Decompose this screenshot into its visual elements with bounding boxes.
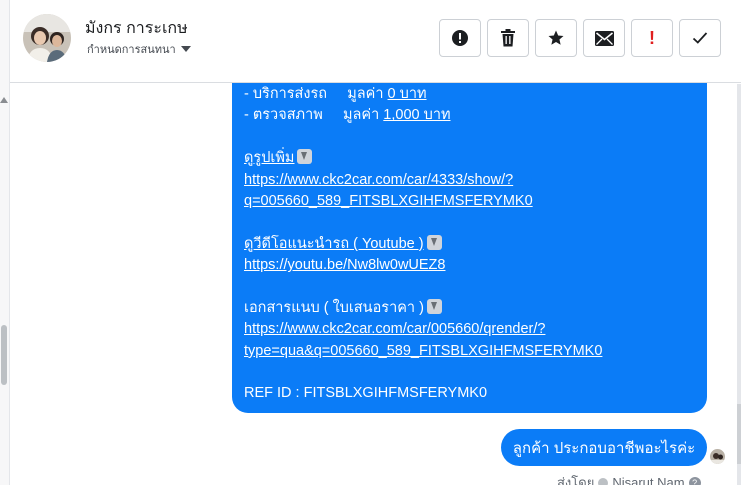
reply-text: ลูกค้า ประกอบอาชีพอะไรค่ะ: [512, 439, 696, 457]
docs-label-line: เอกสารแนบ ( ใบเสนอราคา ): [244, 298, 695, 319]
sent-by-line: ส่งโดย Nisarut Nam ?: [557, 472, 701, 485]
reply-bubble: ลูกค้า ประกอบอาชีพอะไรค่ะ: [501, 429, 707, 466]
sender-name[interactable]: Nisarut Nam: [612, 475, 684, 485]
service-label: - บริการส่งรถ: [244, 86, 328, 102]
docs-link-line2[interactable]: type=qua&q=005660_589_FITSBLXGIHFMSFERYM…: [244, 341, 695, 362]
scroll-up-arrow-icon[interactable]: [0, 97, 8, 103]
star-icon: [548, 30, 564, 45]
star-button[interactable]: [535, 19, 577, 57]
down-arrow-icon: [426, 298, 442, 314]
message-line-inspect: - ตรวจสภาพ มูลค่า 1,000 บาท: [244, 105, 695, 126]
more-photos-line: ดูรูปเพิ่ม: [244, 148, 695, 169]
video-link[interactable]: https://youtu.be/Nw8lw0wUEZ8: [244, 255, 695, 276]
docs-label: เอกสารแนบ ( ใบเสนอราคา ): [244, 299, 424, 316]
message-bubble: - บริการส่งรถ มูลค่า 0 บาท - ตรวจสภาพ มู…: [232, 70, 707, 413]
value-prefix: มูลค่า: [347, 86, 388, 102]
alert-circle-icon: [452, 30, 468, 46]
help-icon[interactable]: ?: [688, 476, 701, 485]
more-photos-label: ดูรูปเพิ่ม: [244, 150, 295, 167]
value-prefix: มูลค่า: [342, 107, 384, 124]
video-label-line: ดูวีดีโอแนะนำรถ ( Youtube ): [244, 234, 695, 255]
video-label: ดูวีดีโอแนะนำรถ ( Youtube ): [244, 235, 424, 252]
photos-link-line2[interactable]: q=005660_589_FITSBLXGIHFMSFERYMK0: [244, 191, 695, 212]
down-arrow-icon: [297, 149, 313, 165]
mark-done-button[interactable]: [679, 19, 721, 57]
left-panel-edge: [0, 0, 10, 485]
service-value: 0 บาท: [387, 86, 427, 102]
docs-link-line1[interactable]: https://www.ckc2car.com/car/005660/qrend…: [244, 319, 695, 340]
mark-unread-button[interactable]: [583, 19, 625, 57]
delete-button[interactable]: [487, 19, 529, 57]
scrollbar-thumb[interactable]: [1, 325, 7, 385]
conversation-options[interactable]: กำหนดการสนทนา: [87, 40, 191, 58]
conversation-options-label: กำหนดการสนทนา: [87, 44, 176, 56]
trash-icon: [501, 29, 515, 47]
down-arrow-icon: [426, 234, 442, 250]
verified-icon: [598, 477, 609, 485]
exclamation-icon: !: [649, 27, 655, 48]
contact-avatar[interactable]: [23, 14, 71, 62]
right-scrollbar-thumb[interactable]: [737, 404, 741, 464]
ref-id: REF ID : FITSBLXGIHFMSFERYMK0: [244, 385, 488, 402]
photos-link-line1[interactable]: https://www.ckc2car.com/car/4333/show/?: [244, 170, 695, 191]
conversation-header: มังกร การะเกษ กำหนดการสนทนา !: [10, 0, 741, 83]
caret-down-icon: [180, 46, 191, 52]
sent-by-prefix: ส่งโดย: [557, 475, 595, 485]
mark-important-button[interactable]: !: [631, 19, 673, 57]
contact-name[interactable]: มังกร การะเกษ: [85, 16, 188, 41]
inspect-label: - ตรวจสภาพ: [244, 107, 323, 124]
envelope-icon: [594, 30, 614, 46]
mark-spam-button[interactable]: [439, 19, 481, 57]
message-line-service: - บริการส่งรถ มูลค่า 0 บาท: [244, 84, 695, 105]
checkmark-icon: [692, 32, 708, 44]
inspect-value: 1,000 บาท: [383, 107, 451, 124]
seen-avatar: [710, 449, 725, 464]
